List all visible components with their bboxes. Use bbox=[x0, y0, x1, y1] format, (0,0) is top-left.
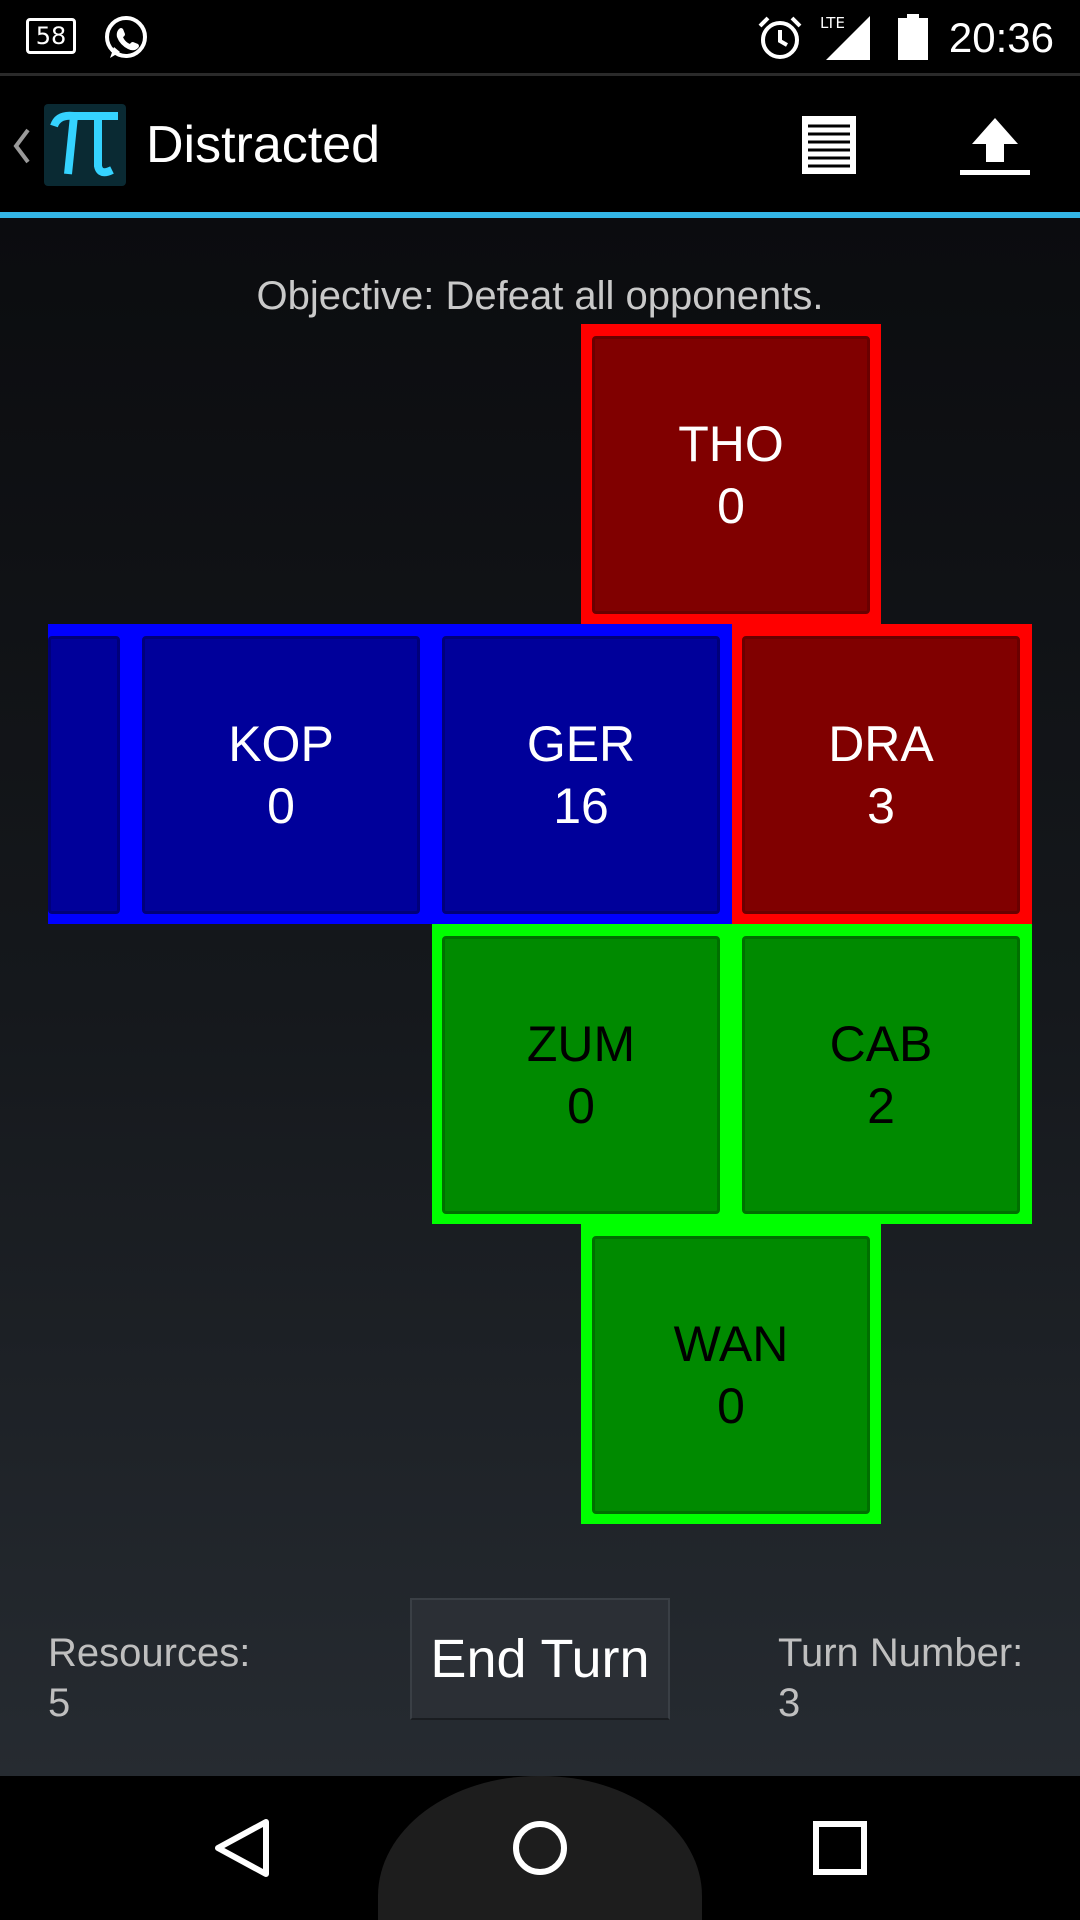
tile-name: WAN bbox=[673, 1316, 789, 1372]
upload-icon[interactable] bbox=[958, 116, 1032, 176]
tile-name: THO bbox=[678, 416, 784, 472]
tile-tho[interactable]: THO 0 bbox=[592, 336, 870, 614]
action-bar: Distracted bbox=[0, 76, 1080, 214]
tile-partial-left[interactable] bbox=[48, 636, 120, 914]
list-icon[interactable] bbox=[800, 114, 858, 176]
up-caret-icon[interactable] bbox=[10, 126, 32, 166]
tile-value: 0 bbox=[267, 778, 295, 834]
tile-value: 16 bbox=[553, 778, 609, 834]
tile-name: KOP bbox=[228, 716, 334, 772]
notification-badge-icon: 58 bbox=[26, 18, 76, 54]
battery-icon bbox=[898, 14, 928, 60]
clock: 20:36 bbox=[948, 14, 1054, 61]
status-bar: 58 LTE 20:36 bbox=[0, 0, 1080, 76]
tile-ger[interactable]: GER 16 bbox=[442, 636, 720, 914]
tile-name: GER bbox=[526, 716, 636, 772]
pi-app-icon[interactable] bbox=[44, 104, 126, 186]
turn-number-display: Turn Number: 3 bbox=[778, 1628, 1023, 1728]
tile-name: ZUM bbox=[526, 1016, 636, 1072]
turn-number-label: Turn Number: bbox=[778, 1631, 1024, 1675]
page-title: Distracted bbox=[146, 116, 381, 174]
resources-label: Resources: bbox=[48, 1631, 251, 1675]
back-icon[interactable] bbox=[212, 1816, 272, 1880]
objective-text: Objective: Defeat all opponents. bbox=[256, 274, 824, 318]
tile-value: 0 bbox=[717, 478, 745, 534]
tile-value: 2 bbox=[867, 1078, 895, 1134]
tile-kop[interactable]: KOP 0 bbox=[142, 636, 420, 914]
lte-signal-icon: LTE bbox=[820, 14, 870, 60]
turn-number-value: 3 bbox=[778, 1681, 801, 1725]
tile-zum[interactable]: ZUM 0 bbox=[442, 936, 720, 1214]
resources-display: Resources: 5 bbox=[48, 1628, 250, 1728]
game-board: Objective: Defeat all opponents. THO 0 K… bbox=[0, 218, 1080, 1776]
resources-value: 5 bbox=[48, 1681, 71, 1725]
tile-name: DRA bbox=[828, 716, 934, 772]
tile-dra[interactable]: DRA 3 bbox=[742, 636, 1020, 914]
tile-name: CAB bbox=[829, 1016, 933, 1072]
recents-icon[interactable] bbox=[812, 1820, 868, 1876]
home-icon[interactable] bbox=[510, 1818, 570, 1878]
whatsapp-icon bbox=[105, 16, 147, 58]
svg-text:LTE: LTE bbox=[820, 14, 845, 32]
end-turn-button[interactable]: End Turn bbox=[410, 1598, 670, 1720]
alarm-icon bbox=[758, 16, 802, 59]
tile-value: 0 bbox=[717, 1378, 745, 1434]
tile-value: 3 bbox=[867, 778, 895, 834]
tile-wan[interactable]: WAN 0 bbox=[592, 1236, 870, 1514]
tile-value: 0 bbox=[567, 1078, 595, 1134]
tile-cab[interactable]: CAB 2 bbox=[742, 936, 1020, 1214]
navigation-bar bbox=[0, 1776, 1080, 1920]
